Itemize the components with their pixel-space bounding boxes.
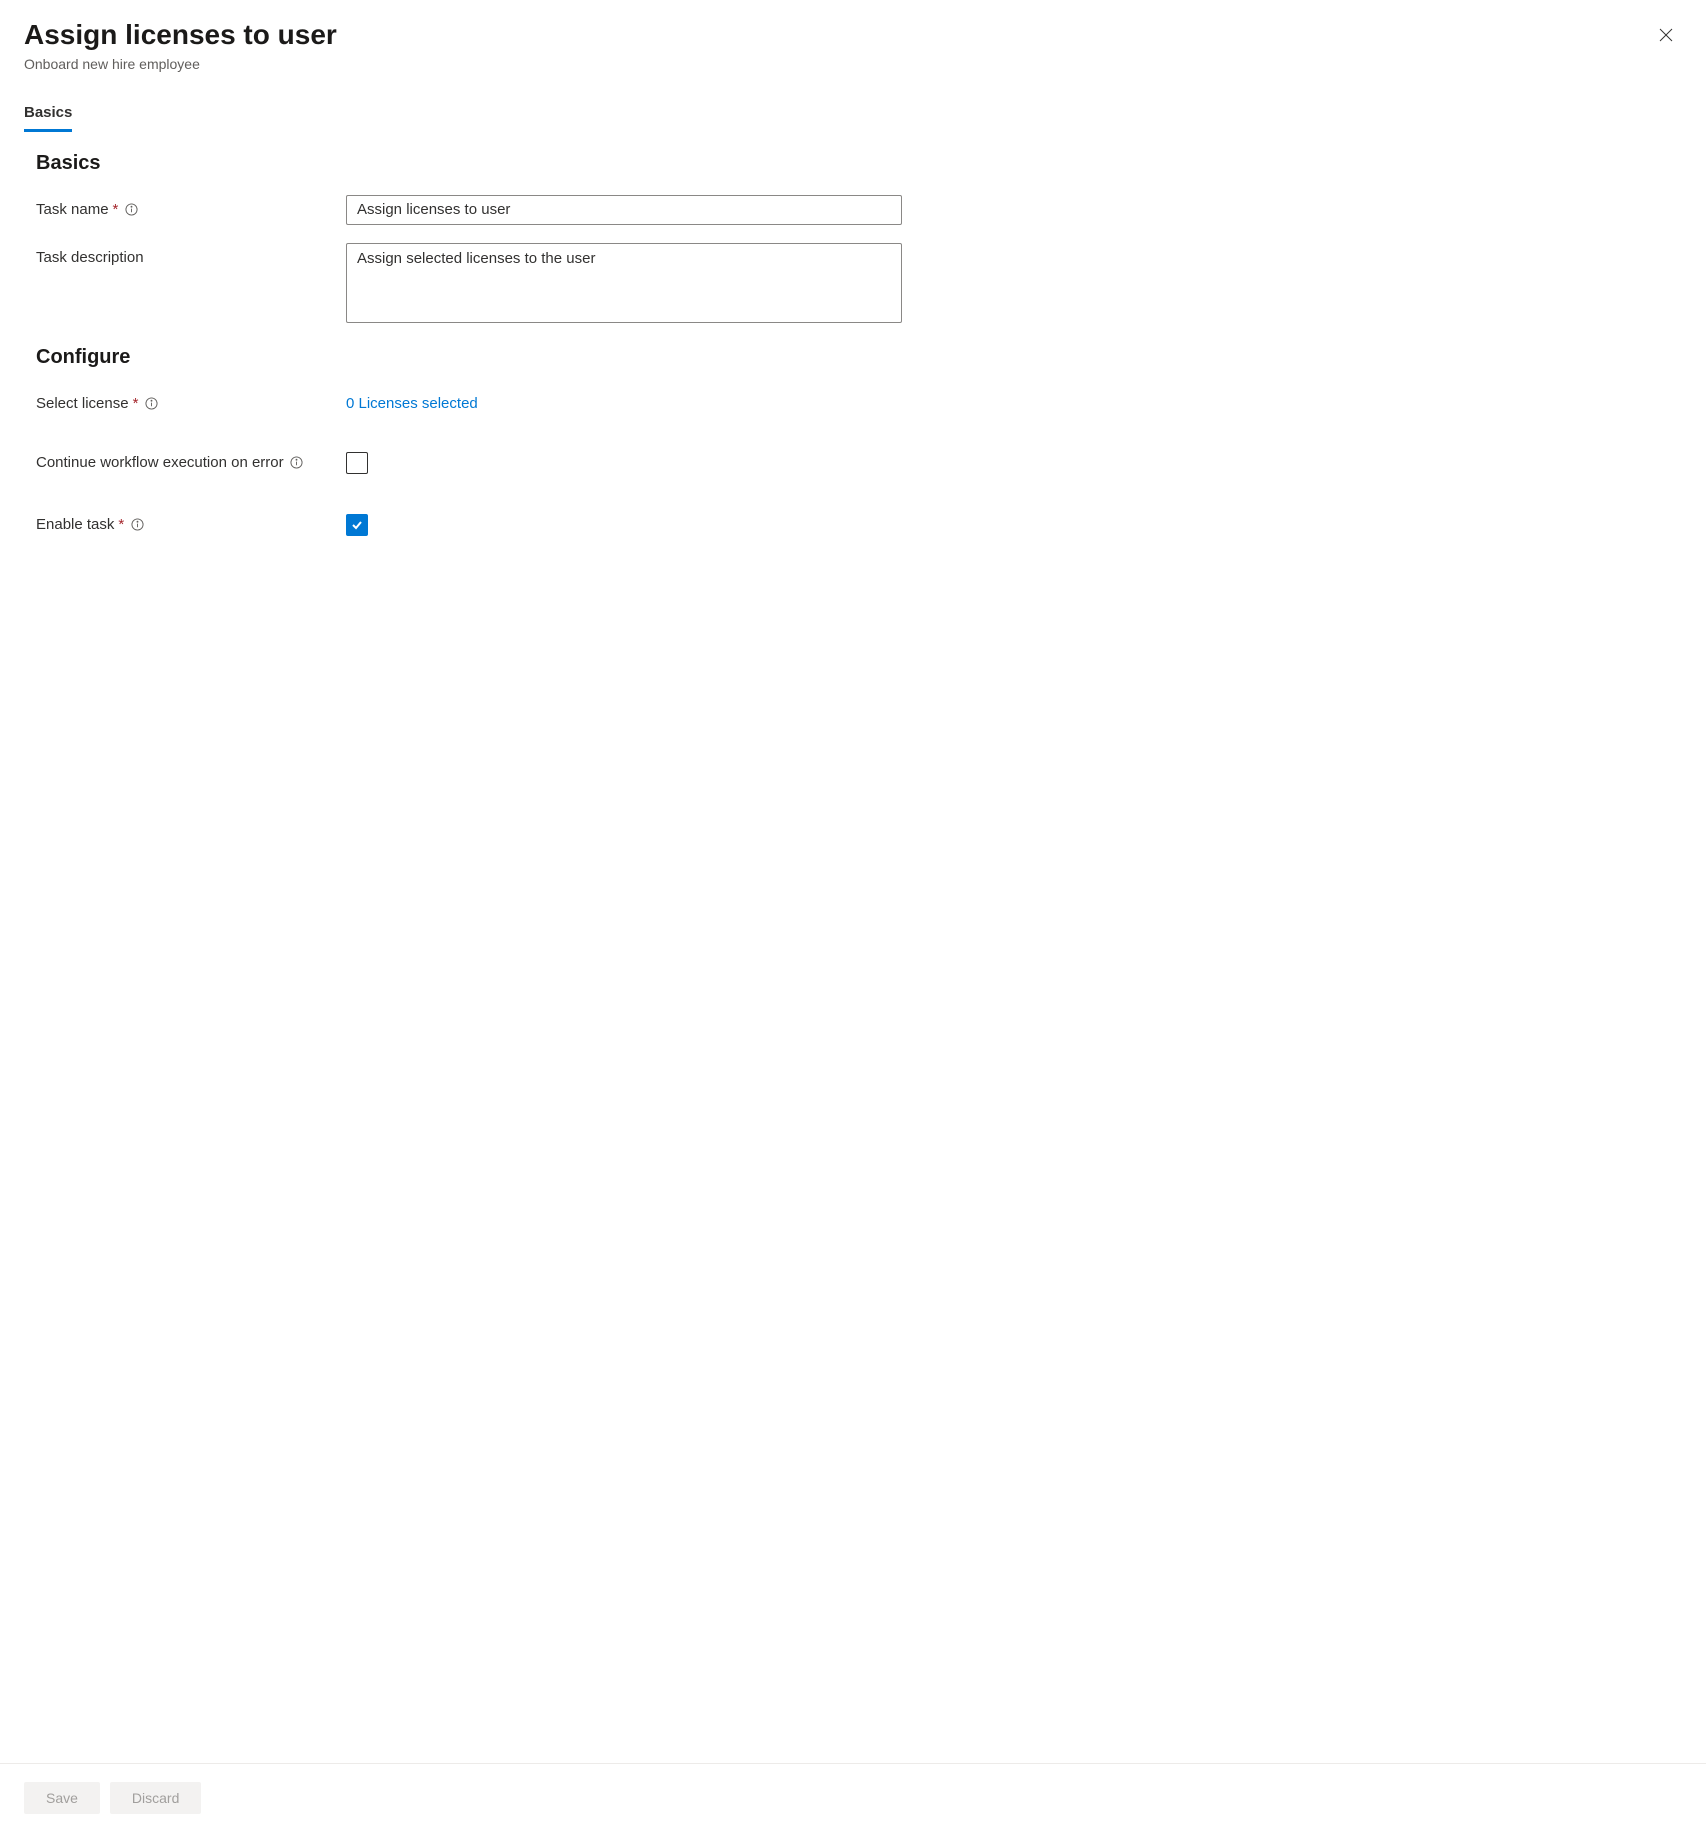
task-name-input[interactable]	[346, 195, 902, 225]
control-task-name	[346, 195, 902, 225]
control-enable-task	[346, 510, 368, 536]
required-indicator: *	[113, 201, 119, 218]
section-configure-heading: Configure	[36, 346, 1670, 369]
control-task-description: Assign selected licenses to the user	[346, 243, 902, 326]
label-select-license-text: Select license	[36, 395, 129, 412]
label-continue-on-error-text: Continue workflow execution on error	[36, 454, 284, 471]
close-button[interactable]	[1652, 22, 1680, 50]
row-select-license: Select license * 0 Licenses selected	[36, 389, 1670, 412]
enable-task-checkbox[interactable]	[346, 514, 368, 536]
panel-title: Assign licenses to user	[24, 18, 1682, 52]
label-task-name: Task name *	[36, 195, 346, 218]
task-panel: Assign licenses to user Onboard new hire…	[0, 0, 1706, 1832]
discard-button[interactable]: Discard	[110, 1782, 201, 1814]
panel-content: Basics Task name * Task desc	[0, 132, 1706, 1763]
select-license-link[interactable]: 0 Licenses selected	[346, 389, 478, 412]
panel-footer: Save Discard	[0, 1763, 1706, 1832]
task-description-input[interactable]: Assign selected licenses to the user	[346, 243, 902, 323]
label-continue-on-error: Continue workflow execution on error	[36, 448, 346, 471]
label-task-description: Task description	[36, 243, 346, 266]
control-select-license: 0 Licenses selected	[346, 389, 902, 412]
required-indicator: *	[118, 516, 124, 533]
label-task-name-text: Task name	[36, 201, 109, 218]
row-task-description: Task description Assign selected license…	[36, 243, 1670, 326]
label-select-license: Select license *	[36, 389, 346, 412]
section-basics-heading: Basics	[36, 152, 1670, 175]
label-task-description-text: Task description	[36, 249, 144, 266]
info-icon[interactable]	[144, 396, 158, 410]
tabs-container: Basics	[0, 80, 1706, 132]
label-enable-task-text: Enable task	[36, 516, 114, 533]
control-continue-on-error	[346, 448, 368, 474]
row-enable-task: Enable task *	[36, 510, 1670, 536]
save-button[interactable]: Save	[24, 1782, 100, 1814]
required-indicator: *	[133, 395, 139, 412]
info-icon[interactable]	[130, 517, 144, 531]
info-icon[interactable]	[290, 455, 304, 469]
label-enable-task: Enable task *	[36, 510, 346, 533]
continue-on-error-checkbox[interactable]	[346, 452, 368, 474]
row-continue-on-error: Continue workflow execution on error	[36, 448, 1670, 474]
row-task-name: Task name *	[36, 195, 1670, 225]
close-icon	[1658, 27, 1674, 46]
tab-list: Basics	[24, 104, 1682, 132]
panel-header: Assign licenses to user Onboard new hire…	[0, 0, 1706, 80]
tab-basics[interactable]: Basics	[24, 104, 72, 132]
info-icon[interactable]	[124, 202, 138, 216]
panel-subtitle: Onboard new hire employee	[24, 56, 1682, 72]
